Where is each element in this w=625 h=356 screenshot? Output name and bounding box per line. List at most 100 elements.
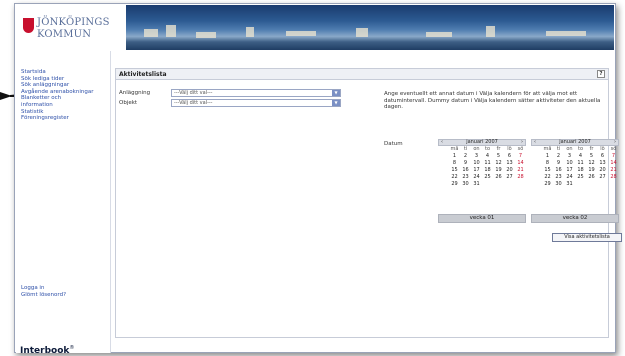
banner: JÖNKÖPINGS KOMMUN	[16, 5, 614, 50]
calendar-day[interactable]: 28	[515, 174, 526, 181]
calendar-day[interactable]: 15	[449, 167, 460, 174]
chevron-down-icon[interactable]: ▼	[332, 90, 340, 96]
calendar-day[interactable]: 1	[542, 153, 553, 160]
prev-month-button[interactable]: ‹	[534, 140, 536, 145]
calendar-day[interactable]: 23	[460, 174, 471, 181]
calendar-day[interactable]: 3	[564, 153, 575, 160]
calendar-day[interactable]: 10	[564, 160, 575, 167]
calendar-day[interactable]: 15	[542, 167, 553, 174]
calendar-day[interactable]: 12	[586, 160, 597, 167]
calendar-day[interactable]: 5	[493, 153, 504, 160]
sidebar-item-statistik[interactable]: Statistik	[16, 109, 111, 116]
calendar-day[interactable]: 26	[586, 174, 597, 181]
weekday-label	[531, 146, 542, 153]
calendar-day[interactable]: 10	[471, 160, 482, 167]
calendar-day[interactable]: 14	[608, 160, 619, 167]
calendar-day[interactable]: 24	[564, 174, 575, 181]
facility-label: Anläggning	[119, 90, 151, 96]
banner-photo	[126, 5, 614, 50]
calendar-day[interactable]: 22	[449, 174, 460, 181]
calendar-day[interactable]: 4	[575, 153, 586, 160]
calendar-day[interactable]: 18	[575, 167, 586, 174]
municipality-logo[interactable]: JÖNKÖPINGS KOMMUN	[23, 11, 123, 45]
calendar-day[interactable]: 5	[586, 153, 597, 160]
week-number	[531, 174, 542, 181]
calendar-end: ‹ januari 2007 › må ti on to fr lö sö 1 2 3 4 5 6 7 8 9…	[531, 139, 619, 188]
calendar-day[interactable]: 18	[482, 167, 493, 174]
forgot-password-link[interactable]: Glömt lösenord?	[16, 292, 111, 299]
calendar-day[interactable]: 29	[542, 181, 553, 188]
show-activity-list-button[interactable]: Visa aktivitetslista	[552, 233, 622, 242]
next-month-button[interactable]: ›	[614, 140, 616, 145]
weekday-label: ti	[463, 146, 468, 152]
calendar-day[interactable]: 6	[597, 153, 608, 160]
week-number	[438, 167, 449, 174]
calendar-day[interactable]: 17	[471, 167, 482, 174]
calendar-day[interactable]: 9	[553, 160, 564, 167]
calendar-end-header: ‹ januari 2007 ›	[531, 139, 619, 146]
calendar-day[interactable]: 29	[449, 181, 460, 188]
calendar-day[interactable]: 16	[553, 167, 564, 174]
calendar-day[interactable]: 19	[493, 167, 504, 174]
calendar-day[interactable]: 13	[597, 160, 608, 167]
calendar-day[interactable]: 21	[608, 167, 619, 174]
object-value: ---Välj ditt val---	[174, 100, 213, 106]
calendar-day[interactable]: 17	[564, 167, 575, 174]
calendar-day[interactable]: 7	[608, 153, 619, 160]
object-select[interactable]: ---Välj ditt val--- ▼	[171, 99, 341, 107]
calendar-day[interactable]: 7	[515, 153, 526, 160]
calendar-day[interactable]: 2	[460, 153, 471, 160]
calendar-day[interactable]: 8	[449, 160, 460, 167]
calendar-day[interactable]: 11	[482, 160, 493, 167]
calendar-day[interactable]: 12	[493, 160, 504, 167]
sidebar-item-information[interactable]: information	[16, 102, 111, 109]
calendar-day[interactable]: 22	[542, 174, 553, 181]
calendar-day	[597, 181, 608, 188]
calendar-day[interactable]: 20	[597, 167, 608, 174]
calendar-day[interactable]: 25	[575, 174, 586, 181]
sidebar-item-sok-lediga-tider[interactable]: Sök lediga tider	[16, 76, 111, 83]
calendar-day[interactable]: 21	[515, 167, 526, 174]
prev-month-button[interactable]: ‹	[441, 140, 443, 145]
calendar-day[interactable]: 13	[504, 160, 515, 167]
calendar-day[interactable]: 8	[542, 160, 553, 167]
calendar-day[interactable]: 23	[553, 174, 564, 181]
calendar-day[interactable]: 6	[504, 153, 515, 160]
calendar-day[interactable]: 19	[586, 167, 597, 174]
week-number	[531, 181, 542, 188]
sidebar-item-avgaende[interactable]: Avgående arenabokningar	[16, 89, 111, 96]
calendar-day[interactable]: 28	[608, 174, 619, 181]
calendar-day[interactable]: 1	[449, 153, 460, 160]
calendar-day[interactable]: 31	[471, 181, 482, 188]
weekday-label: lö	[600, 146, 605, 152]
calendar-day[interactable]: 24	[471, 174, 482, 181]
calendar-day[interactable]: 2	[553, 153, 564, 160]
calendar-day[interactable]: 14	[515, 160, 526, 167]
calendar-day[interactable]: 26	[493, 174, 504, 181]
calendar-day[interactable]: 20	[504, 167, 515, 174]
calendar-day[interactable]: 30	[553, 181, 564, 188]
sidebar-item-foreningsregister[interactable]: Föreningsregister	[16, 115, 111, 122]
week-button-end[interactable]: vecka 02	[531, 214, 619, 223]
calendar-day[interactable]: 27	[504, 174, 515, 181]
calendar-day[interactable]: 31	[564, 181, 575, 188]
calendar-day[interactable]: 16	[460, 167, 471, 174]
week-button-start[interactable]: vecka 01	[438, 214, 526, 223]
help-button[interactable]: ?	[597, 70, 605, 78]
calendar-day[interactable]: 4	[482, 153, 493, 160]
calendar-start: ‹ januari 2007 › må ti on to fr lö sö 1 2 3 4 5 6 7 8 9…	[438, 139, 526, 188]
sidebar-item-startsida[interactable]: Startsida	[16, 69, 111, 76]
sidebar-item-blanketter[interactable]: Blanketter och	[16, 95, 111, 102]
facility-select[interactable]: ---Välj ditt val--- ▼	[171, 89, 341, 97]
sidebar-item-sok-anlaggningar[interactable]: Sök anläggningar	[16, 82, 111, 89]
calendar-day[interactable]: 30	[460, 181, 471, 188]
calendar-day[interactable]: 25	[482, 174, 493, 181]
calendar-day[interactable]: 3	[471, 153, 482, 160]
calendar-day[interactable]: 9	[460, 160, 471, 167]
next-month-button[interactable]: ›	[521, 140, 523, 145]
chevron-down-icon[interactable]: ▼	[332, 100, 340, 106]
calendar-day	[575, 181, 586, 188]
calendar-day[interactable]: 11	[575, 160, 586, 167]
calendar-day[interactable]: 27	[597, 174, 608, 181]
login-link[interactable]: Logga in	[16, 285, 111, 292]
